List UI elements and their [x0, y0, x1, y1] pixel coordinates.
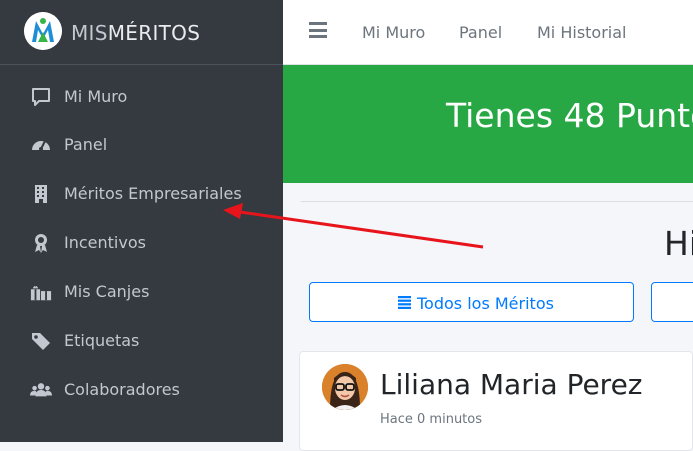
sidebar-item-label: Incentivos — [64, 233, 146, 252]
points-banner: Tienes 48 Puntos — [283, 65, 693, 183]
points-text: Tienes 48 Puntos — [446, 96, 693, 135]
sidebar-item-label: Méritos Empresariales — [64, 184, 242, 203]
sidebar-item-mi-muro[interactable]: Mi Muro — [0, 78, 283, 118]
sidebar-item-label: Etiquetas — [64, 331, 140, 350]
hamburger-menu-icon[interactable] — [309, 22, 327, 38]
sidebar-item-label: Panel — [64, 135, 108, 154]
brand-name: MISMÉRITOS — [71, 21, 201, 45]
comment-icon — [32, 88, 50, 106]
divider — [301, 201, 693, 202]
tags-icon — [32, 333, 50, 350]
sidebar-item-label: Mi Muro — [64, 87, 128, 106]
section-heading: Hi — [664, 224, 693, 263]
sidebar-item-label: Mis Canjes — [64, 282, 150, 301]
top-navbar: Mi Muro Panel Mi Historial — [283, 0, 693, 65]
building-icon — [35, 185, 47, 203]
sidebar-item-incentivos[interactable]: Incentivos — [0, 224, 283, 264]
all-merits-label: Todos los Méritos — [417, 294, 554, 313]
post-timestamp: Hace 0 minutos — [380, 412, 483, 427]
sidebar-item-colaboradores[interactable]: Colaboradores — [0, 371, 283, 411]
filter-button-secondary[interactable] — [651, 282, 693, 322]
award-icon — [35, 234, 47, 253]
gifts-icon — [30, 286, 52, 301]
sidebar-item-label: Colaboradores — [64, 380, 180, 399]
brand-logo-icon — [24, 12, 62, 50]
nav-link-mi-historial[interactable]: Mi Historial — [537, 23, 626, 42]
sidebar-item-panel[interactable]: Panel — [0, 126, 283, 166]
nav-link-panel[interactable]: Panel — [459, 23, 502, 42]
sidebar-item-meritos-empresariales[interactable]: Méritos Empresariales — [0, 175, 283, 215]
avatar — [322, 364, 368, 410]
tachometer-icon — [32, 140, 50, 151]
all-merits-button[interactable]: Todos los Méritos — [309, 282, 634, 322]
post-author[interactable]: Liliana Maria Perez — [380, 368, 643, 401]
sidebar-item-mis-canjes[interactable]: Mis Canjes — [0, 273, 283, 313]
brand-link[interactable]: MISMÉRITOS — [0, 0, 283, 65]
users-icon — [30, 383, 52, 397]
list-icon — [398, 296, 411, 309]
sidebar-item-etiquetas[interactable]: Etiquetas — [0, 322, 283, 362]
sidebar: MISMÉRITOS Mi Muro Panel Méritos Empresa… — [0, 0, 283, 442]
nav-link-mi-muro[interactable]: Mi Muro — [362, 23, 425, 42]
